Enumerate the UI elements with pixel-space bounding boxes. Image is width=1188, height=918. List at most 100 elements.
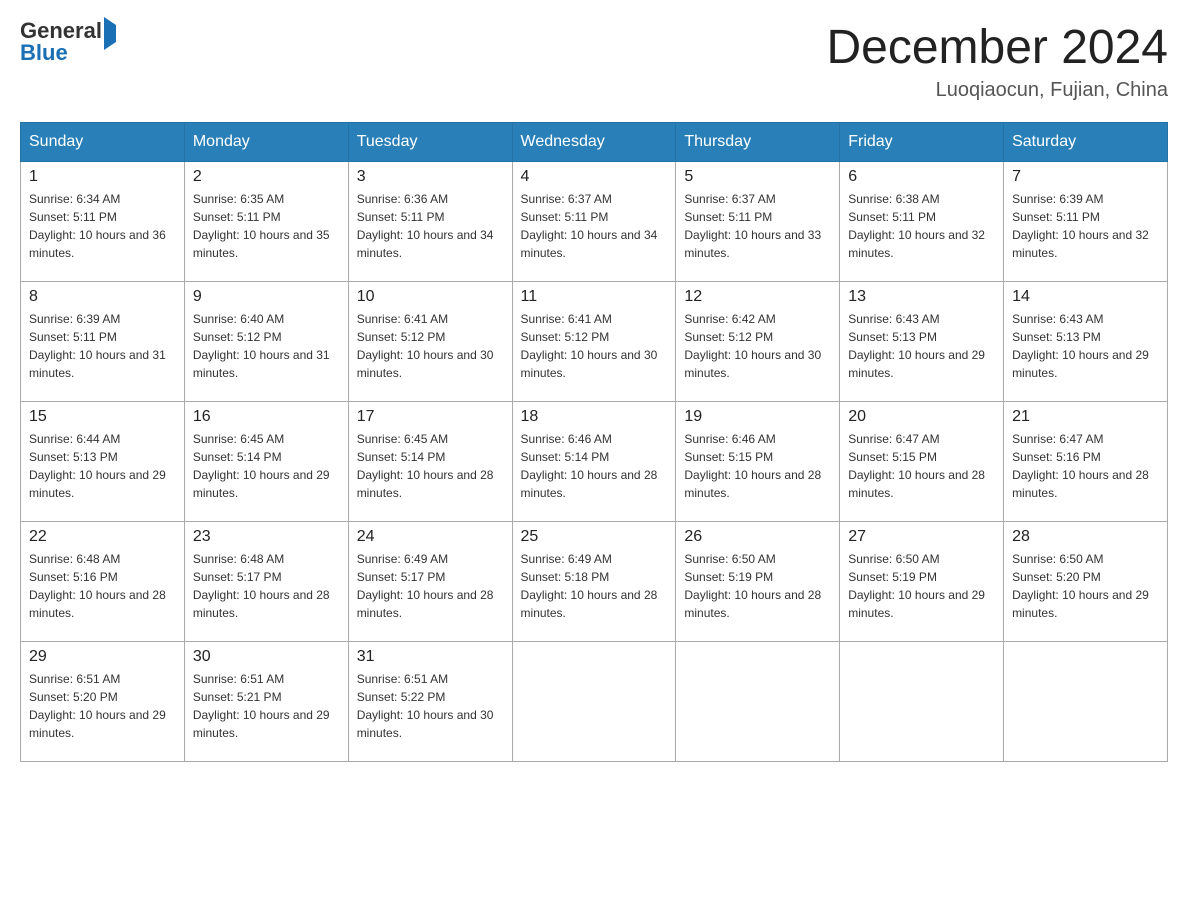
day-info: Sunrise: 6:45 AMSunset: 5:14 PMDaylight:… <box>193 430 340 502</box>
day-number: 4 <box>521 168 668 186</box>
day-info: Sunrise: 6:45 AMSunset: 5:14 PMDaylight:… <box>357 430 504 502</box>
day-info: Sunrise: 6:46 AMSunset: 5:14 PMDaylight:… <box>521 430 668 502</box>
day-info: Sunrise: 6:34 AMSunset: 5:11 PMDaylight:… <box>29 190 176 262</box>
calendar-cell: 5 Sunrise: 6:37 AMSunset: 5:11 PMDayligh… <box>676 162 840 282</box>
calendar-cell: 28 Sunrise: 6:50 AMSunset: 5:20 PMDaylig… <box>1004 522 1168 642</box>
calendar-cell: 25 Sunrise: 6:49 AMSunset: 5:18 PMDaylig… <box>512 522 676 642</box>
day-number: 14 <box>1012 288 1159 306</box>
day-info: Sunrise: 6:44 AMSunset: 5:13 PMDaylight:… <box>29 430 176 502</box>
day-info: Sunrise: 6:51 AMSunset: 5:22 PMDaylight:… <box>357 670 504 742</box>
logo: General Blue <box>20 20 116 64</box>
calendar-cell: 24 Sunrise: 6:49 AMSunset: 5:17 PMDaylig… <box>348 522 512 642</box>
day-info: Sunrise: 6:51 AMSunset: 5:20 PMDaylight:… <box>29 670 176 742</box>
title-section: December 2024 Luoqiaocun, Fujian, China <box>826 20 1168 102</box>
calendar-cell: 20 Sunrise: 6:47 AMSunset: 5:15 PMDaylig… <box>840 402 1004 522</box>
calendar-cell: 13 Sunrise: 6:43 AMSunset: 5:13 PMDaylig… <box>840 282 1004 402</box>
calendar-cell: 15 Sunrise: 6:44 AMSunset: 5:13 PMDaylig… <box>21 402 185 522</box>
day-info: Sunrise: 6:41 AMSunset: 5:12 PMDaylight:… <box>357 310 504 382</box>
calendar-cell: 14 Sunrise: 6:43 AMSunset: 5:13 PMDaylig… <box>1004 282 1168 402</box>
calendar-cell <box>676 642 840 762</box>
day-info: Sunrise: 6:36 AMSunset: 5:11 PMDaylight:… <box>357 190 504 262</box>
calendar-cell: 11 Sunrise: 6:41 AMSunset: 5:12 PMDaylig… <box>512 282 676 402</box>
day-number: 11 <box>521 288 668 306</box>
calendar-cell: 6 Sunrise: 6:38 AMSunset: 5:11 PMDayligh… <box>840 162 1004 282</box>
calendar-cell <box>840 642 1004 762</box>
day-number: 2 <box>193 168 340 186</box>
calendar-cell: 7 Sunrise: 6:39 AMSunset: 5:11 PMDayligh… <box>1004 162 1168 282</box>
location-text: Luoqiaocun, Fujian, China <box>826 79 1168 102</box>
calendar-cell: 27 Sunrise: 6:50 AMSunset: 5:19 PMDaylig… <box>840 522 1004 642</box>
day-info: Sunrise: 6:40 AMSunset: 5:12 PMDaylight:… <box>193 310 340 382</box>
calendar-cell: 4 Sunrise: 6:37 AMSunset: 5:11 PMDayligh… <box>512 162 676 282</box>
calendar-cell: 3 Sunrise: 6:36 AMSunset: 5:11 PMDayligh… <box>348 162 512 282</box>
page-header: General Blue December 2024 Luoqiaocun, F… <box>20 20 1168 102</box>
calendar-cell: 1 Sunrise: 6:34 AMSunset: 5:11 PMDayligh… <box>21 162 185 282</box>
calendar-cell: 16 Sunrise: 6:45 AMSunset: 5:14 PMDaylig… <box>184 402 348 522</box>
calendar-cell: 10 Sunrise: 6:41 AMSunset: 5:12 PMDaylig… <box>348 282 512 402</box>
day-info: Sunrise: 6:43 AMSunset: 5:13 PMDaylight:… <box>1012 310 1159 382</box>
calendar-cell: 30 Sunrise: 6:51 AMSunset: 5:21 PMDaylig… <box>184 642 348 762</box>
day-number: 7 <box>1012 168 1159 186</box>
calendar-cell: 9 Sunrise: 6:40 AMSunset: 5:12 PMDayligh… <box>184 282 348 402</box>
day-number: 13 <box>848 288 995 306</box>
calendar-header-row: SundayMondayTuesdayWednesdayThursdayFrid… <box>21 123 1168 162</box>
day-info: Sunrise: 6:50 AMSunset: 5:20 PMDaylight:… <box>1012 550 1159 622</box>
day-number: 25 <box>521 528 668 546</box>
calendar-cell <box>1004 642 1168 762</box>
day-number: 30 <box>193 648 340 666</box>
day-number: 6 <box>848 168 995 186</box>
calendar-cell: 18 Sunrise: 6:46 AMSunset: 5:14 PMDaylig… <box>512 402 676 522</box>
day-number: 18 <box>521 408 668 426</box>
day-info: Sunrise: 6:50 AMSunset: 5:19 PMDaylight:… <box>848 550 995 622</box>
calendar-cell: 12 Sunrise: 6:42 AMSunset: 5:12 PMDaylig… <box>676 282 840 402</box>
calendar-cell: 22 Sunrise: 6:48 AMSunset: 5:16 PMDaylig… <box>21 522 185 642</box>
day-number: 15 <box>29 408 176 426</box>
day-number: 9 <box>193 288 340 306</box>
day-info: Sunrise: 6:38 AMSunset: 5:11 PMDaylight:… <box>848 190 995 262</box>
logo-blue-text: Blue <box>20 40 68 65</box>
day-number: 26 <box>684 528 831 546</box>
calendar-table: SundayMondayTuesdayWednesdayThursdayFrid… <box>20 122 1168 762</box>
day-number: 12 <box>684 288 831 306</box>
day-number: 20 <box>848 408 995 426</box>
header-monday: Monday <box>184 123 348 162</box>
day-info: Sunrise: 6:43 AMSunset: 5:13 PMDaylight:… <box>848 310 995 382</box>
calendar-cell: 19 Sunrise: 6:46 AMSunset: 5:15 PMDaylig… <box>676 402 840 522</box>
day-number: 1 <box>29 168 176 186</box>
day-info: Sunrise: 6:51 AMSunset: 5:21 PMDaylight:… <box>193 670 340 742</box>
day-info: Sunrise: 6:48 AMSunset: 5:17 PMDaylight:… <box>193 550 340 622</box>
day-number: 21 <box>1012 408 1159 426</box>
header-sunday: Sunday <box>21 123 185 162</box>
day-info: Sunrise: 6:50 AMSunset: 5:19 PMDaylight:… <box>684 550 831 622</box>
day-info: Sunrise: 6:47 AMSunset: 5:15 PMDaylight:… <box>848 430 995 502</box>
day-info: Sunrise: 6:49 AMSunset: 5:18 PMDaylight:… <box>521 550 668 622</box>
day-info: Sunrise: 6:47 AMSunset: 5:16 PMDaylight:… <box>1012 430 1159 502</box>
header-wednesday: Wednesday <box>512 123 676 162</box>
day-info: Sunrise: 6:46 AMSunset: 5:15 PMDaylight:… <box>684 430 831 502</box>
week-row-5: 29 Sunrise: 6:51 AMSunset: 5:20 PMDaylig… <box>21 642 1168 762</box>
calendar-cell: 29 Sunrise: 6:51 AMSunset: 5:20 PMDaylig… <box>21 642 185 762</box>
calendar-cell <box>512 642 676 762</box>
day-number: 19 <box>684 408 831 426</box>
month-title: December 2024 <box>826 20 1168 75</box>
calendar-cell: 21 Sunrise: 6:47 AMSunset: 5:16 PMDaylig… <box>1004 402 1168 522</box>
day-number: 17 <box>357 408 504 426</box>
week-row-2: 8 Sunrise: 6:39 AMSunset: 5:11 PMDayligh… <box>21 282 1168 402</box>
calendar-cell: 8 Sunrise: 6:39 AMSunset: 5:11 PMDayligh… <box>21 282 185 402</box>
day-number: 5 <box>684 168 831 186</box>
week-row-1: 1 Sunrise: 6:34 AMSunset: 5:11 PMDayligh… <box>21 162 1168 282</box>
header-saturday: Saturday <box>1004 123 1168 162</box>
day-number: 16 <box>193 408 340 426</box>
header-thursday: Thursday <box>676 123 840 162</box>
calendar-cell: 31 Sunrise: 6:51 AMSunset: 5:22 PMDaylig… <box>348 642 512 762</box>
header-friday: Friday <box>840 123 1004 162</box>
day-info: Sunrise: 6:48 AMSunset: 5:16 PMDaylight:… <box>29 550 176 622</box>
day-number: 10 <box>357 288 504 306</box>
day-number: 23 <box>193 528 340 546</box>
day-info: Sunrise: 6:39 AMSunset: 5:11 PMDaylight:… <box>29 310 176 382</box>
day-number: 27 <box>848 528 995 546</box>
calendar-cell: 2 Sunrise: 6:35 AMSunset: 5:11 PMDayligh… <box>184 162 348 282</box>
week-row-3: 15 Sunrise: 6:44 AMSunset: 5:13 PMDaylig… <box>21 402 1168 522</box>
calendar-cell: 23 Sunrise: 6:48 AMSunset: 5:17 PMDaylig… <box>184 522 348 642</box>
day-info: Sunrise: 6:42 AMSunset: 5:12 PMDaylight:… <box>684 310 831 382</box>
